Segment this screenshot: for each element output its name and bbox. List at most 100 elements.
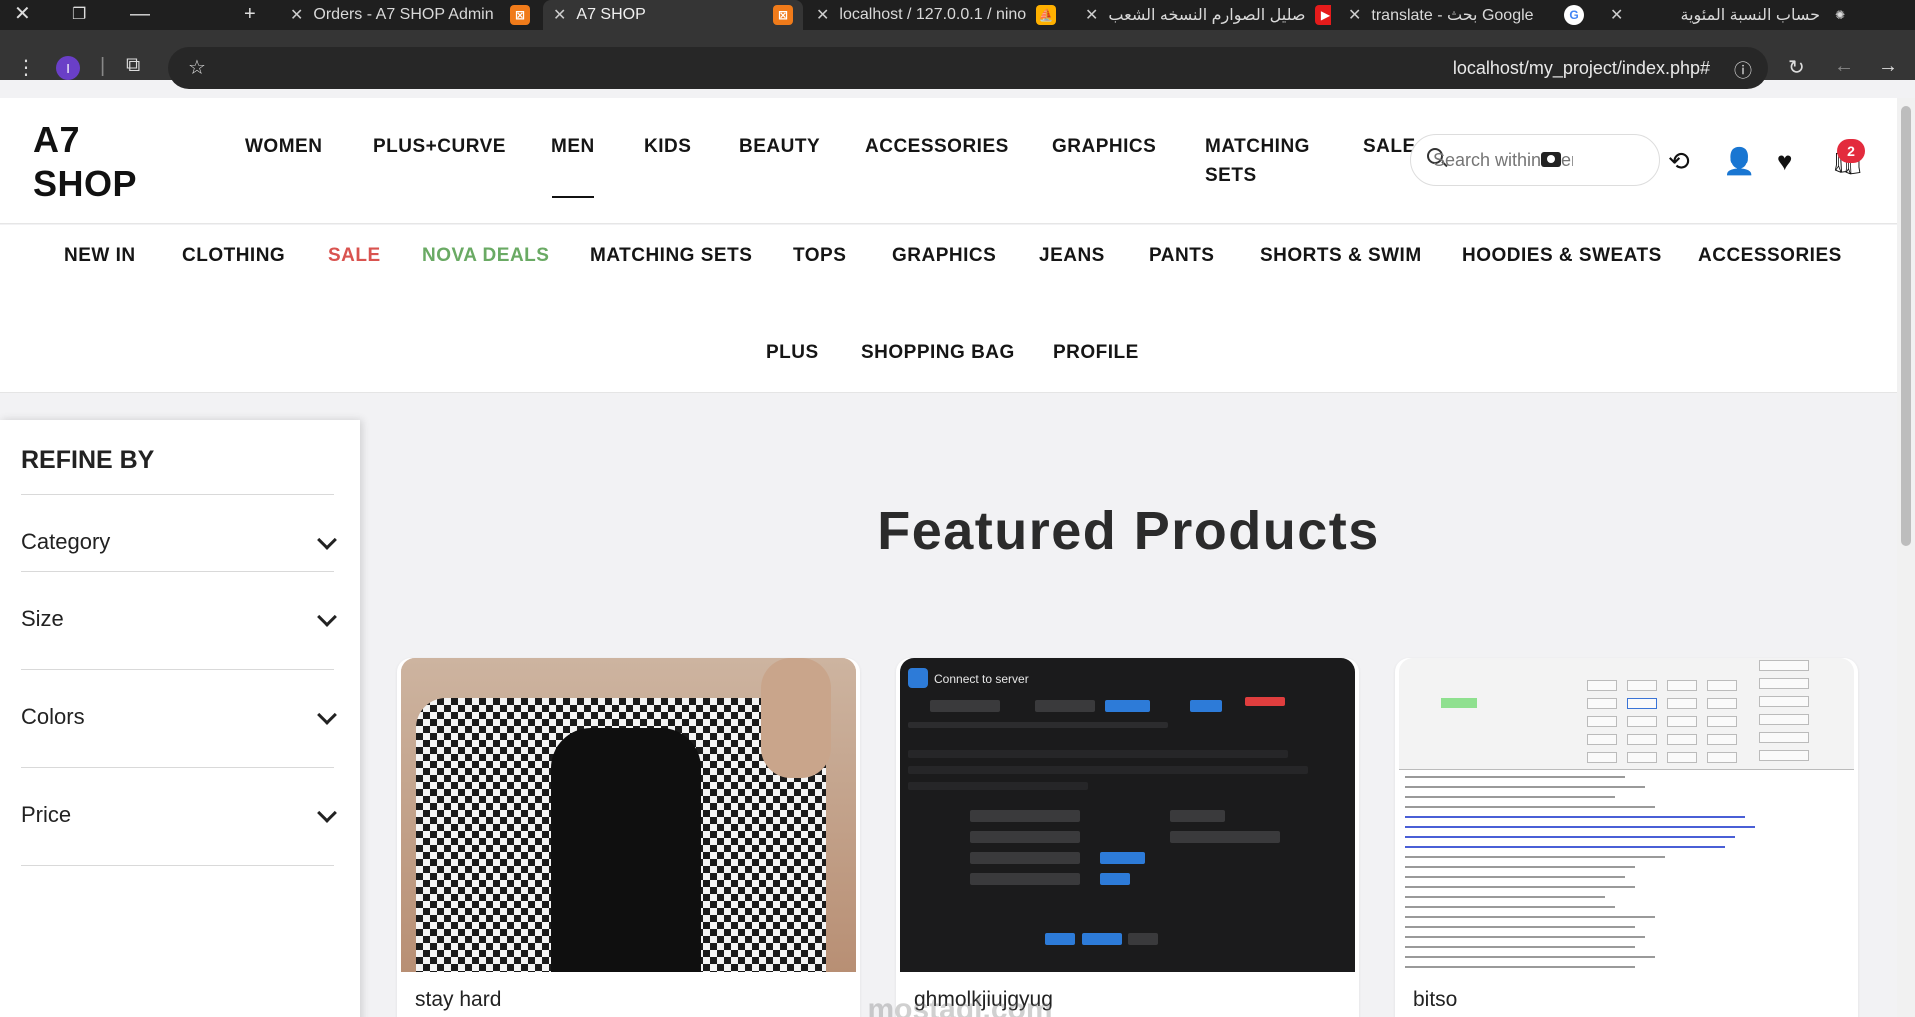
phpmyadmin-icon: ⛵ — [1036, 5, 1057, 25]
product-card[interactable]: Connect to server ghmolkjiujgyug — [896, 658, 1359, 1017]
product-card[interactable]: bitso — [1395, 658, 1858, 1017]
nav-sale[interactable]: SALE — [1363, 132, 1416, 161]
subnav-matching-sets[interactable]: MATCHING SETS — [590, 241, 752, 271]
subnav-clothing[interactable]: CLOTHING — [182, 241, 285, 271]
extensions-icon[interactable]: ⧉ — [126, 54, 140, 77]
arm-graphic — [761, 658, 831, 778]
filter-category[interactable]: Category — [21, 494, 337, 574]
nav-beauty[interactable]: BEAUTY — [739, 132, 820, 161]
youtube-icon: ▶ — [1315, 5, 1331, 25]
tab-phpmyadmin[interactable]: ✕ localhost / 127.0.0.1 / nino ⛵ — [806, 0, 1066, 30]
user-icon[interactable]: 👤 — [1723, 146, 1755, 177]
chevron-down-icon[interactable] — [317, 607, 337, 627]
product-card[interactable]: stay hard — [397, 658, 860, 1017]
xampp-icon: ⊠ — [510, 5, 530, 25]
site-header: A7 SHOP WOMEN PLUS+CURVE MEN KIDS BEAUTY… — [0, 98, 1897, 224]
wishlist-heart-icon[interactable]: ♥ — [1777, 146, 1792, 177]
forward-icon[interactable]: ← — [1834, 55, 1854, 78]
subnav-accessories[interactable]: ACCESSORIES — [1698, 241, 1842, 271]
divider: | — [100, 55, 106, 77]
google-icon: G — [1564, 5, 1584, 25]
bookmark-star-icon[interactable]: ☆ — [188, 55, 206, 80]
camera-search-icon[interactable] — [1541, 152, 1561, 167]
chevron-down-icon[interactable] — [317, 705, 337, 725]
refine-title: REFINE BY — [21, 446, 155, 474]
filter-divider — [21, 865, 334, 866]
logo-line-2: SHOP — [33, 163, 138, 204]
subnav-plus[interactable]: PLUS — [766, 338, 819, 368]
product-name[interactable]: bitso — [1413, 988, 1457, 1012]
product-name[interactable]: stay hard — [415, 988, 501, 1012]
tab-google-translate[interactable]: ✕ translate - بحث Google G — [1338, 0, 1594, 30]
close-tab-icon[interactable]: ✕ — [290, 5, 303, 25]
history-icon[interactable]: ⟲ — [1668, 146, 1690, 177]
back-icon[interactable]: → — [1878, 55, 1898, 78]
logo-line-1: A7 — [33, 119, 81, 160]
close-tab-icon[interactable]: ✕ — [553, 5, 566, 25]
filter-colors[interactable]: Colors — [21, 669, 337, 749]
restore-window-icon[interactable]: ❐ — [72, 4, 86, 26]
close-tab-icon[interactable]: ✕ — [816, 5, 829, 25]
filter-label: Size — [21, 606, 64, 631]
nav-men[interactable]: MEN — [551, 132, 595, 161]
product-image[interactable]: Connect to server — [900, 658, 1355, 972]
subnav-hoodies-sweats[interactable]: HOODIES & SWEATS — [1462, 241, 1662, 271]
subnav-graphics[interactable]: GRAPHICS — [892, 241, 996, 271]
minimize-window-icon[interactable]: — — [130, 3, 150, 25]
tab-orders-admin[interactable]: ✕ Orders - A7 SHOP Admin ⊠ — [280, 0, 540, 30]
subnav-jeans[interactable]: JEANS — [1039, 241, 1105, 271]
tab-title: localhost / 127.0.0.1 / nino — [839, 6, 1027, 23]
tab-title: translate - بحث Google — [1371, 7, 1534, 24]
subnav-shopping-bag[interactable]: SHOPPING BAG — [861, 338, 1015, 368]
black-tee-graphic — [551, 728, 701, 972]
product-image[interactable] — [401, 658, 856, 972]
chatgpt-icon: ✺ — [1834, 8, 1846, 22]
watermark: mostaql.com — [867, 993, 1053, 1017]
filter-size[interactable]: Size — [21, 571, 337, 651]
tab-percentage[interactable]: ✕ حساب النسبة المئوية ✺ — [1600, 0, 1860, 30]
filter-price[interactable]: Price — [21, 767, 337, 847]
control-panel-graphic — [1399, 658, 1854, 770]
reload-icon[interactable]: ↻ — [1788, 55, 1805, 80]
close-tab-icon[interactable]: ✕ — [1610, 5, 1623, 25]
subnav-pants[interactable]: PANTS — [1149, 241, 1214, 271]
nav-matching[interactable]: MATCHING — [1205, 132, 1310, 161]
refine-sidebar: REFINE BY Category Size Colors Price — [0, 420, 360, 1017]
active-nav-underline — [552, 196, 594, 198]
tab-title: حساب النسبة المئوية — [1680, 7, 1820, 24]
scrollbar-thumb[interactable] — [1901, 106, 1911, 546]
close-tab-icon[interactable]: ✕ — [1085, 5, 1098, 25]
subnav-tops[interactable]: TOPS — [793, 241, 846, 271]
subnav-sale[interactable]: SALE — [328, 241, 381, 271]
nav-graphics[interactable]: GRAPHICS — [1052, 132, 1156, 161]
subnav-new-in[interactable]: NEW IN — [64, 241, 136, 271]
new-tab-icon[interactable]: + — [244, 3, 256, 25]
subnav-nova-deals[interactable]: NOVA DEALS — [422, 241, 549, 271]
nav-women[interactable]: WOMEN — [245, 132, 322, 161]
profile-avatar[interactable]: I — [56, 56, 80, 80]
tab-title: صليل الصوارم النسخه الشعب — [1108, 7, 1306, 24]
tab-title: A7 SHOP — [576, 6, 646, 23]
close-window-icon[interactable]: ✕ — [14, 3, 31, 25]
url-text[interactable]: localhost/my_project/index.php# — [1453, 58, 1710, 79]
chevron-down-icon[interactable] — [317, 530, 337, 550]
nav-accessories[interactable]: ACCESSORIES — [865, 132, 1009, 161]
tab-a7-shop[interactable]: ✕ A7 SHOP ⊠ — [543, 0, 803, 30]
category-sub-nav: NEW IN CLOTHING SALE NOVA DEALS MATCHING… — [0, 225, 1897, 393]
site-logo[interactable]: A7 SHOP — [33, 118, 137, 206]
image-dialog-title: Connect to server — [934, 672, 1029, 686]
search-box[interactable] — [1410, 134, 1660, 186]
chevron-down-icon[interactable] — [317, 803, 337, 823]
tab-youtube[interactable]: ✕ صليل الصوارم النسخه الشعب ▶ — [1075, 0, 1331, 30]
close-tab-icon[interactable]: ✕ — [1348, 5, 1361, 25]
nav-kids[interactable]: KIDS — [644, 132, 691, 161]
filter-label: Colors — [21, 704, 85, 729]
subnav-profile[interactable]: PROFILE — [1053, 338, 1139, 368]
product-image[interactable] — [1399, 658, 1854, 972]
nav-plus-curve[interactable]: PLUS+CURVE — [373, 132, 506, 161]
page-scrollbar[interactable] — [1897, 98, 1915, 1017]
menu-dots-icon[interactable]: ⋮ — [16, 55, 36, 80]
nav-matching-sets[interactable]: SETS — [1205, 161, 1257, 190]
subnav-shorts-swim[interactable]: SHORTS & SWIM — [1260, 241, 1422, 271]
site-info-icon[interactable]: ⓘ — [1734, 57, 1752, 83]
